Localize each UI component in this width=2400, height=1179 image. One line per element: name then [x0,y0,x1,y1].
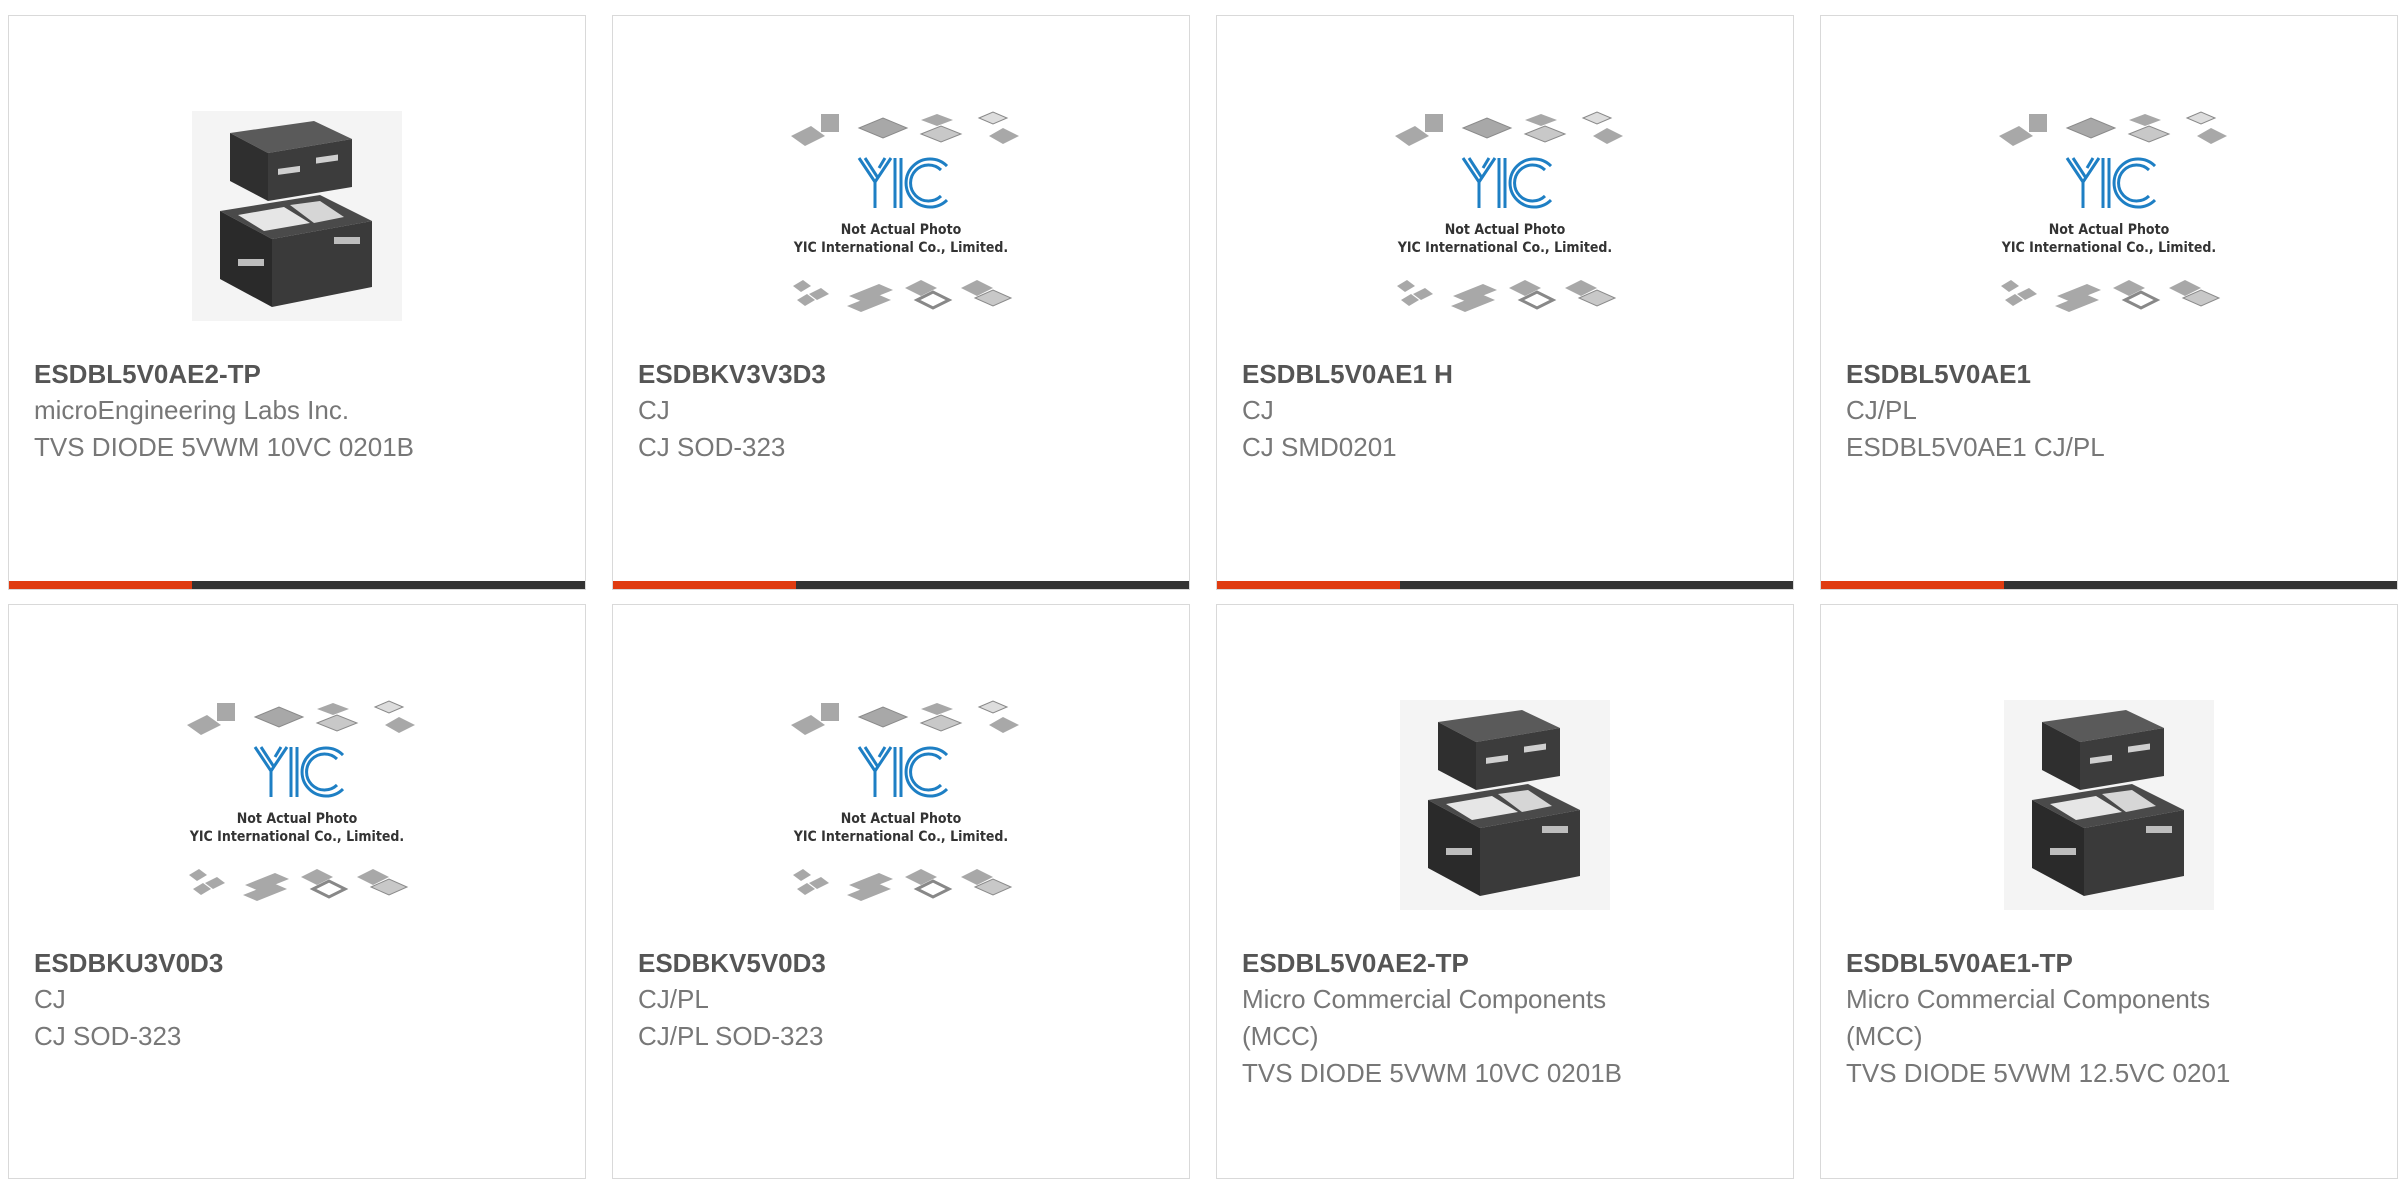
product-card[interactable]: Not Actual Photo YIC International Co., … [1216,15,1794,590]
description: CJ/PL SOD-323 [638,1021,824,1051]
manufacturer: CJ/PL [638,984,709,1014]
product-info: ESDBKU3V0D3 CJ CJ SOD-323 [34,945,565,1055]
part-number[interactable]: ESDBL5V0AE1 H [1242,356,1773,392]
description: CJ SOD-323 [638,432,786,462]
product-card[interactable]: Not Actual Photo YIC International Co., … [612,15,1190,590]
description: TVS DIODE 5VWM 10VC 0201B [1242,1058,1623,1088]
placeholder-line1: Not Actual Photo [2049,222,2170,238]
placeholder-image[interactable]: Not Actual Photo YIC International Co., … [613,655,1189,955]
product-info: ESDBL5V0AE1 CJ/PL ESDBL5V0AE1 CJ/PL [1846,356,2377,466]
description: ESDBL5V0AE1 CJ/PL [1846,432,2105,462]
description: TVS DIODE 5VWM 10VC 0201B [34,432,415,462]
card-bottom-bar [9,581,585,589]
card-accent-bar [613,581,796,589]
card-accent-bar [1217,581,1400,589]
manufacturer: Micro Commercial Components (MCC) [1242,984,1607,1051]
product-card[interactable]: ESDBL5V0AE1-TP Micro Commercial Component… [1820,604,2398,1179]
placeholder-line2: YIC International Co., Limited. [189,829,404,845]
placeholder-image[interactable]: Not Actual Photo YIC International Co., … [613,66,1189,366]
card-bottom-bar [1217,581,1793,589]
manufacturer: CJ/PL [1846,395,1917,425]
placeholder-image[interactable]: Not Actual Photo YIC International Co., … [1821,66,2397,366]
manufacturer: CJ [1242,395,1274,425]
placeholder-image[interactable]: Not Actual Photo YIC International Co., … [1217,66,1793,366]
description: CJ SOD-323 [34,1021,182,1051]
manufacturer: Micro Commercial Components (MCC) [1846,984,2211,1051]
placeholder-line2: YIC International Co., Limited. [793,240,1008,256]
description: TVS DIODE 5VWM 12.5VC 0201 [1846,1058,2231,1088]
product-photo[interactable] [1217,655,1793,955]
description: CJ SMD0201 [1242,432,1397,462]
product-info: ESDBL5V0AE2-TP Micro Commercial Component… [1242,945,1773,1092]
placeholder-line2: YIC International Co., Limited. [793,829,1008,845]
part-number[interactable]: ESDBL5V0AE1-TP [1846,945,2377,981]
card-accent-bar [1821,581,2004,589]
card-bottom-bar [1821,581,2397,589]
part-number[interactable]: ESDBKU3V0D3 [34,945,565,981]
product-card[interactable]: ESDBL5V0AE2-TP microEngineering Labs Inc.… [8,15,586,590]
manufacturer: microEngineering Labs Inc. [34,395,350,425]
product-card[interactable]: Not Actual Photo YIC International Co., … [1820,15,2398,590]
product-card[interactable]: Not Actual Photo YIC International Co., … [8,604,586,1179]
part-number[interactable]: ESDBL5V0AE2-TP [34,356,565,392]
placeholder-line2: YIC International Co., Limited. [1397,240,1612,256]
product-info: ESDBL5V0AE1 H CJ CJ SMD0201 [1242,356,1773,466]
card-bottom-bar [613,581,1189,589]
manufacturer: CJ [638,395,670,425]
placeholder-line1: Not Actual Photo [237,811,358,827]
part-number[interactable]: ESDBKV3V3D3 [638,356,1169,392]
product-info: ESDBL5V0AE2-TP microEngineering Labs Inc.… [34,356,565,466]
placeholder-line1: Not Actual Photo [1445,222,1566,238]
part-number[interactable]: ESDBL5V0AE1 [1846,356,2377,392]
product-photo[interactable] [1821,655,2397,955]
placeholder-line1: Not Actual Photo [841,222,962,238]
product-card[interactable]: ESDBL5V0AE2-TP Micro Commercial Component… [1216,604,1794,1179]
part-number[interactable]: ESDBL5V0AE2-TP [1242,945,1773,981]
placeholder-image[interactable]: Not Actual Photo YIC International Co., … [9,655,585,955]
placeholder-line2: YIC International Co., Limited. [2001,240,2216,256]
product-info: ESDBKV5V0D3 CJ/PL CJ/PL SOD-323 [638,945,1169,1055]
product-info: ESDBL5V0AE1-TP Micro Commercial Component… [1846,945,2377,1092]
card-accent-bar [9,581,192,589]
product-grid: ESDBL5V0AE2-TP microEngineering Labs Inc.… [8,15,2398,1179]
product-info: ESDBKV3V3D3 CJ CJ SOD-323 [638,356,1169,466]
product-card[interactable]: Not Actual Photo YIC International Co., … [612,604,1190,1179]
part-number[interactable]: ESDBKV5V0D3 [638,945,1169,981]
manufacturer: CJ [34,984,66,1014]
product-photo[interactable] [9,66,585,366]
placeholder-line1: Not Actual Photo [841,811,962,827]
